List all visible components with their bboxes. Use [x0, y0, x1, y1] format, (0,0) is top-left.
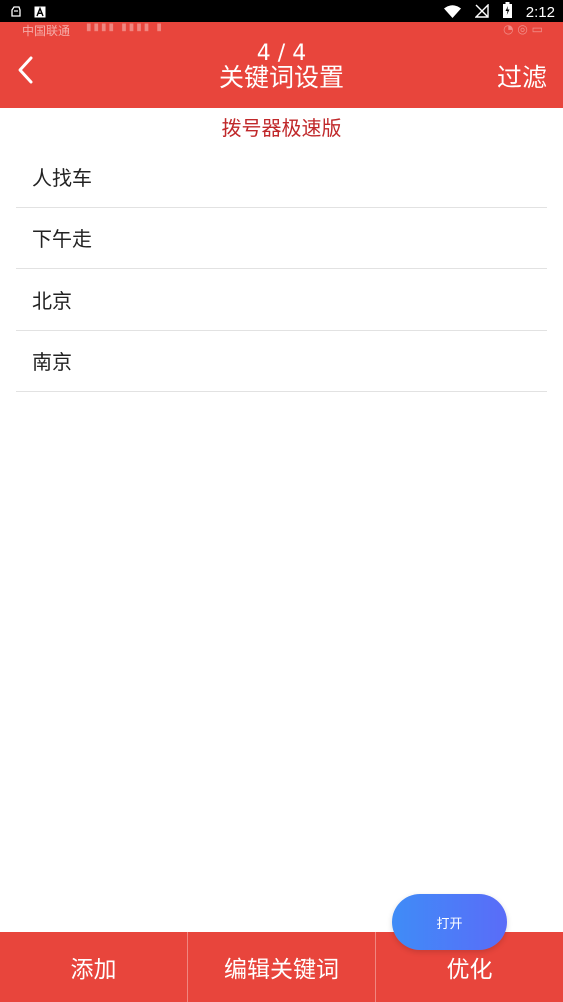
edit-keywords-button[interactable]: 编辑关键词 [187, 932, 375, 1002]
page-title: 关键词设置 [218, 63, 344, 92]
open-float-button[interactable]: 打开 [392, 894, 507, 950]
keyword-label: 南京 [32, 350, 72, 375]
app-name-label: 拨号器极速版 [221, 116, 342, 140]
keyword-label: 北京 [32, 288, 72, 313]
add-button[interactable]: 添加 [0, 932, 187, 1002]
no-signal-icon [474, 2, 489, 22]
list-item[interactable]: 南京 [16, 331, 547, 392]
status-bar: 2:12 [0, 0, 563, 22]
wifi-icon [443, 3, 461, 22]
keyword-label: 下午走 [32, 227, 92, 252]
keyword-label: 人找车 [32, 165, 92, 190]
a-badge-icon [34, 3, 46, 22]
ghost-signal-marks: ▮▮▮▮ ▮▮▮▮ ▮ [86, 22, 164, 33]
header-bar: 中国联通 ▮▮▮▮ ▮▮▮▮ ▮ ◔ ◎ ▭ 4 / 4 关键词设置 过滤 [0, 22, 563, 108]
open-label: 打开 [436, 916, 463, 932]
keyword-list: 人找车 下午走 北京 南京 [16, 146, 547, 392]
notification-icon [10, 3, 22, 22]
ghost-status-icons: ◔ ◎ ▭ [503, 22, 543, 36]
list-item[interactable]: 北京 [16, 269, 547, 331]
battery-charging-icon [502, 2, 512, 22]
list-item[interactable]: 下午走 [16, 208, 547, 269]
list-item[interactable]: 人找车 [16, 146, 547, 208]
carrier-ghost-text: 中国联通 [22, 24, 71, 38]
status-time: 2:12 [525, 3, 555, 21]
filter-button[interactable]: 过滤 [497, 58, 547, 94]
